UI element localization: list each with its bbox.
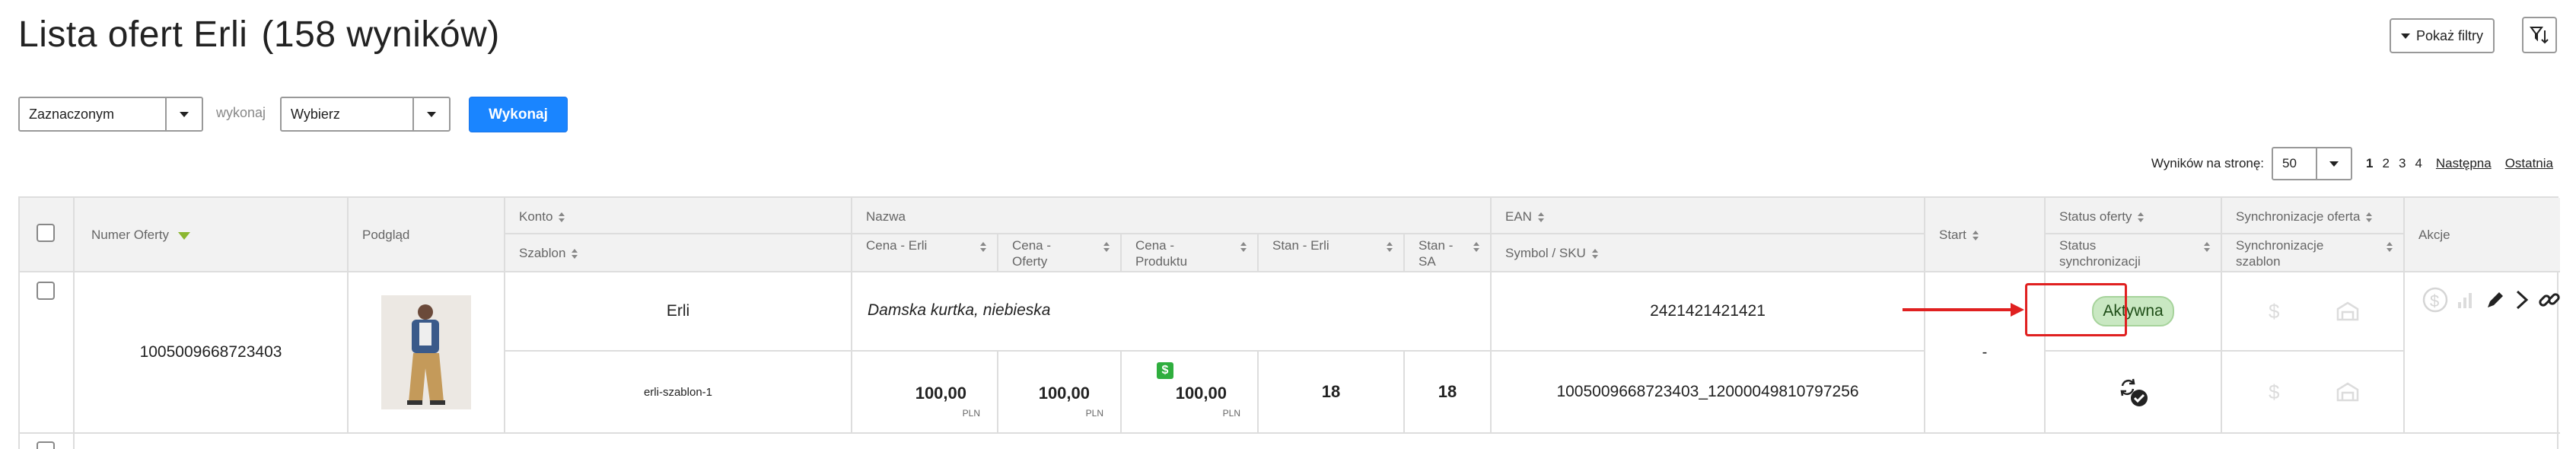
filter-sort-button[interactable] (2522, 17, 2557, 53)
header-sync-status[interactable]: Status synchronizacji (2046, 234, 2222, 272)
last-page-link[interactable]: Ostatnia (2505, 156, 2553, 171)
header-sync-template[interactable]: Synchronizacje szablon (2222, 234, 2405, 272)
warehouse-sync-icon (2336, 382, 2359, 402)
svg-text:$: $ (2269, 381, 2280, 403)
per-page-select[interactable]: 50 (2272, 147, 2353, 180)
header-offer-number[interactable]: Numer Oferty (75, 198, 349, 272)
dollar-sync-icon: $ (2269, 300, 2280, 323)
price-action-icon[interactable]: $ (2422, 286, 2449, 314)
link-icon[interactable] (2537, 288, 2562, 312)
sync-template-cell: $ (2222, 352, 2405, 434)
dollar-sync-icon: $ (2269, 381, 2280, 403)
page-link-1[interactable]: 1 (2366, 156, 2373, 171)
svg-text:$: $ (2269, 300, 2280, 323)
sync-status-cell (2046, 352, 2222, 434)
chevron-down-icon (2316, 148, 2351, 179)
product-price-dollar-icon[interactable]: $ (1157, 362, 1173, 379)
stock-sa-cell: 18 (1405, 352, 1492, 434)
account-cell: Erli (505, 272, 852, 352)
stock-erli-cell: 18 (1259, 352, 1405, 434)
sort-icon (1972, 231, 1979, 241)
product-thumbnail[interactable] (381, 295, 471, 409)
sort-icon (1591, 249, 1598, 260)
edit-icon[interactable] (2484, 288, 2507, 311)
select-all-checkbox[interactable] (37, 224, 55, 242)
chevron-down-icon (165, 98, 202, 130)
sync-offer-cell: $ (2222, 272, 2405, 352)
product-thumbnail-cell (349, 272, 505, 434)
header-actions: Akcje (2405, 198, 2560, 272)
execute-button[interactable]: Wykonaj (469, 97, 568, 132)
filter-sort-icon (2530, 27, 2549, 44)
annotation-arrow-head (2011, 303, 2024, 317)
header-preview: Podgląd (349, 198, 505, 272)
page-link-3[interactable]: 3 (2399, 156, 2406, 171)
price-offer-cell: 100,00 PLN (998, 352, 1122, 434)
sort-icon (1240, 242, 1247, 252)
page-link-4[interactable]: 4 (2415, 156, 2422, 171)
action-select[interactable]: Wybierz (280, 97, 451, 132)
sort-icon (1537, 212, 1544, 223)
price-product-cell: 100,00 PLN (1122, 352, 1259, 434)
sort-icon (1103, 242, 1110, 252)
page-link-2[interactable]: 2 (2383, 156, 2390, 171)
annotation-arrow (1903, 308, 2017, 311)
sort-icon (2204, 242, 2210, 252)
chevron-right-icon[interactable] (2513, 288, 2531, 311)
svg-text:$: $ (2430, 291, 2439, 310)
page-title: Lista ofert Erli (158 wyników) (18, 14, 500, 55)
chevron-down-icon (412, 98, 449, 130)
header-stock-erli[interactable]: Stan - Erli (1259, 234, 1405, 272)
actions-cell: $ (2405, 272, 2560, 434)
header-price-offer[interactable]: Cena - Oferty (998, 234, 1122, 272)
header-sync-offer[interactable]: Synchronizacje oferta (2222, 198, 2405, 234)
row-select-cell (20, 434, 75, 449)
offer-number-cell: 1005009668723403 (75, 272, 349, 434)
result-count: (158 wyników) (261, 14, 500, 55)
sort-desc-icon (178, 231, 191, 240)
scope-select[interactable]: Zaznaczonym (18, 97, 203, 132)
show-filters-button[interactable]: Pokaż filtry (2390, 18, 2495, 53)
header-account[interactable]: Konto (505, 198, 852, 234)
header-select-all (20, 198, 75, 272)
header-ean[interactable]: EAN (1492, 198, 1925, 234)
sort-icon (1473, 242, 1479, 252)
header-symbol-sku[interactable]: Symbol / SKU (1492, 234, 1925, 272)
per-page-label: Wyników na stronę: (2151, 156, 2265, 170)
caret-down-icon (2400, 33, 2410, 39)
sort-icon (2138, 212, 2145, 223)
name-cell: Damska kurtka, niebieska (852, 272, 1492, 352)
header-price-product[interactable]: Cena - Produktu (1122, 234, 1259, 272)
row-select-cell (20, 272, 75, 434)
warehouse-sync-icon (2336, 301, 2359, 321)
sku-cell: 1005009668723403_12000049810797256 (1492, 352, 1925, 434)
sort-icon (1387, 242, 1393, 252)
sort-icon (980, 242, 986, 252)
sort-icon (2387, 242, 2393, 252)
annotation-highlight-box (2025, 283, 2127, 336)
execute-label: wykonaj (216, 105, 266, 120)
next-page-link[interactable]: Następna (2436, 156, 2492, 171)
header-start[interactable]: Start (1925, 198, 2046, 272)
sync-done-icon[interactable] (2116, 375, 2150, 409)
row-checkbox[interactable] (37, 282, 55, 300)
header-price-erli[interactable]: Cena - Erli (852, 234, 998, 272)
offers-table: Numer Oferty Podgląd Konto Szablon Nazwa… (18, 196, 2560, 449)
row-checkbox[interactable] (37, 441, 55, 449)
header-stock-sa[interactable]: Stan - SA (1405, 234, 1492, 272)
pagination: Wyników na stronę: 50 1 2 3 4 Następna O… (2151, 147, 2553, 180)
ean-cell: 2421421421421 (1492, 272, 1925, 352)
header-name: Nazwa (852, 198, 1492, 234)
template-cell: erli-szablon-1 (505, 352, 852, 434)
sort-icon (559, 212, 565, 223)
price-erli-cell: 100,00 PLN (852, 352, 998, 434)
header-template[interactable]: Szablon (505, 234, 852, 272)
sort-icon (2366, 212, 2373, 223)
header-offer-status[interactable]: Status oferty (2046, 198, 2222, 234)
sort-icon (572, 249, 578, 260)
stock-action-icon[interactable] (2455, 288, 2478, 311)
